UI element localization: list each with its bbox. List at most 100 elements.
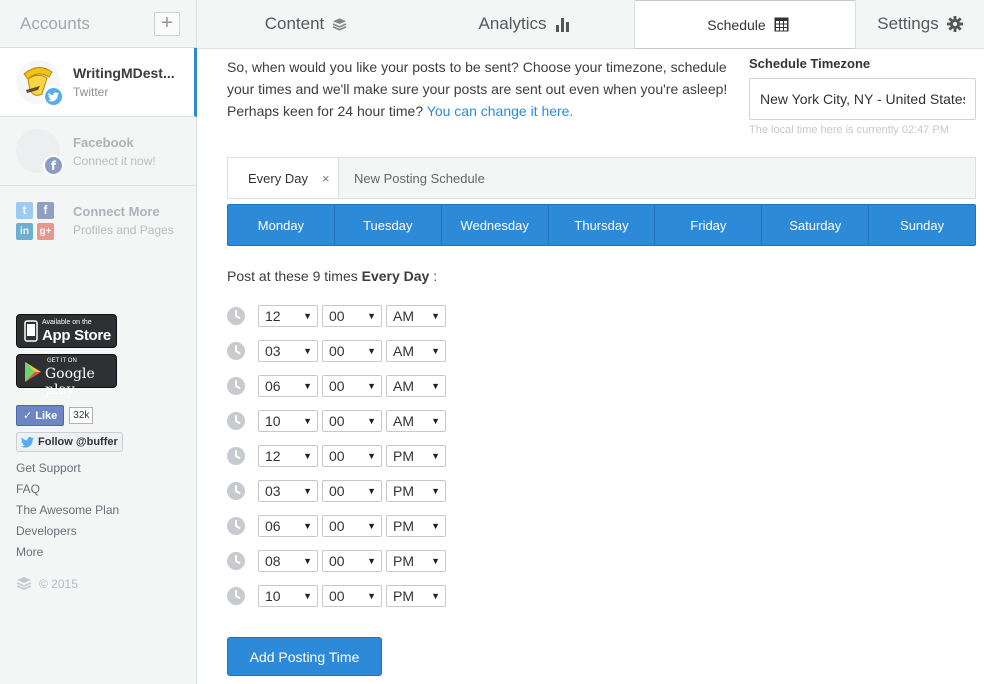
minute-value: 00	[329, 553, 345, 569]
ampm-select[interactable]: PM ▼	[386, 585, 446, 607]
clock-icon	[227, 517, 245, 535]
post-times-heading: Post at these 9 times Every Day :	[227, 268, 437, 284]
ampm-select[interactable]: AM ▼	[386, 410, 446, 432]
timezone-label: Schedule Timezone	[749, 56, 871, 71]
add-posting-time-button[interactable]: Add Posting Time	[227, 637, 382, 676]
minute-select[interactable]: 00 ▼	[322, 375, 382, 397]
day-saturday[interactable]: Saturday	[761, 205, 868, 245]
sidebar: Accounts + WritingMDest... Twitter f Fac…	[0, 0, 197, 684]
chevron-down-icon: ▼	[431, 416, 440, 426]
ampm-value: PM	[393, 553, 414, 569]
connect-more-sub: Profiles and Pages	[73, 223, 174, 237]
chevron-down-icon: ▼	[367, 591, 376, 601]
like-button[interactable]: ✓ Like	[16, 404, 65, 426]
timezone-input[interactable]	[749, 78, 976, 120]
bar-chart-icon	[555, 17, 569, 32]
ampm-value: AM	[393, 308, 414, 324]
minute-select[interactable]: 00 ▼	[322, 340, 382, 362]
chevron-down-icon: ▼	[303, 521, 312, 531]
minute-select[interactable]: 00 ▼	[322, 410, 382, 432]
hour-value: 03	[265, 343, 281, 359]
hour-select[interactable]: 10 ▼	[258, 410, 318, 432]
minute-select[interactable]: 00 ▼	[322, 585, 382, 607]
minute-select[interactable]: 00 ▼	[322, 480, 382, 502]
clock-icon	[227, 552, 245, 570]
tab-settings[interactable]: Settings	[856, 0, 984, 48]
link-developers[interactable]: Developers	[16, 523, 119, 544]
minute-select[interactable]: 00 ▼	[322, 305, 382, 327]
avatar-placeholder: f	[16, 129, 64, 176]
clock-icon	[227, 587, 245, 605]
hour-value: 12	[265, 308, 281, 324]
google-play-badge[interactable]: GET IT ON Google play	[16, 354, 117, 398]
clock-icon	[227, 482, 245, 500]
account-twitter[interactable]: WritingMDest... Twitter	[0, 48, 197, 117]
time-row: 10 ▼ 00 ▼ PM ▼	[227, 584, 450, 608]
ampm-select[interactable]: PM ▼	[386, 480, 446, 502]
minute-select[interactable]: 00 ▼	[322, 515, 382, 537]
chevron-down-icon: ▼	[303, 591, 312, 601]
follow-label: Follow @buffer	[38, 436, 118, 448]
hour-select[interactable]: 08 ▼	[258, 550, 318, 572]
chevron-down-icon: ▼	[431, 591, 440, 601]
day-friday[interactable]: Friday	[654, 205, 761, 245]
add-account-button[interactable]: +	[154, 11, 180, 36]
hour-select[interactable]: 03 ▼	[258, 480, 318, 502]
chevron-down-icon: ▼	[303, 416, 312, 426]
chevron-down-icon: ▼	[303, 486, 312, 496]
tab-analytics[interactable]: Analytics	[415, 0, 633, 48]
day-sunday[interactable]: Sunday	[868, 205, 975, 245]
chevron-down-icon: ▼	[431, 521, 440, 531]
tab-schedule[interactable]: Schedule	[634, 0, 856, 49]
chevron-down-icon: ▼	[431, 556, 440, 566]
ampm-select[interactable]: PM ▼	[386, 445, 446, 467]
hour-select[interactable]: 03 ▼	[258, 340, 318, 362]
ampm-value: PM	[393, 448, 414, 464]
hour-value: 08	[265, 553, 281, 569]
change-time-format-link[interactable]: You can change it here.	[427, 103, 574, 119]
schedule-tab-every-day[interactable]: Every Day ×	[228, 158, 339, 198]
day-tuesday[interactable]: Tuesday	[333, 205, 441, 245]
facebook-like[interactable]: ✓ Like 32k	[16, 404, 94, 426]
link-awesome-plan[interactable]: The Awesome Plan	[16, 502, 119, 523]
day-wednesday[interactable]: Wednesday	[440, 205, 548, 245]
connect-more-title: Connect More	[73, 204, 160, 219]
day-selector: Monday Tuesday Wednesday Thursday Friday…	[227, 204, 976, 246]
chevron-down-icon: ▼	[367, 556, 376, 566]
day-thursday[interactable]: Thursday	[547, 205, 655, 245]
tab-analytics-label: Analytics	[478, 14, 547, 33]
chevron-down-icon: ▼	[431, 381, 440, 391]
minute-select[interactable]: 00 ▼	[322, 445, 382, 467]
hour-select[interactable]: 10 ▼	[258, 585, 318, 607]
twitter-follow-button[interactable]: Follow @buffer	[16, 432, 123, 452]
account-name: Facebook	[73, 134, 134, 150]
chevron-down-icon: ▼	[303, 311, 312, 321]
hour-select[interactable]: 06 ▼	[258, 375, 318, 397]
ampm-select[interactable]: AM ▼	[386, 375, 446, 397]
intro-paragraph: So, when would you like your posts to be…	[227, 59, 728, 97]
chevron-down-icon: ▼	[367, 521, 376, 531]
account-name: WritingMDest...	[73, 65, 175, 81]
hour-select[interactable]: 12 ▼	[258, 305, 318, 327]
ampm-select[interactable]: PM ▼	[386, 550, 446, 572]
hour-select[interactable]: 06 ▼	[258, 515, 318, 537]
minute-select[interactable]: 00 ▼	[322, 550, 382, 572]
day-monday[interactable]: Monday	[228, 205, 334, 245]
tab-content[interactable]: Content	[197, 0, 415, 48]
phone-icon	[24, 320, 38, 342]
minute-value: 00	[329, 448, 345, 464]
ampm-select[interactable]: AM ▼	[386, 340, 446, 362]
twitter-icon	[43, 86, 64, 107]
hour-select[interactable]: 12 ▼	[258, 445, 318, 467]
twitter-icon: t	[16, 201, 33, 219]
account-facebook[interactable]: f Facebook Connect it now!	[0, 117, 196, 186]
app-store-badge[interactable]: Available on the App Store	[16, 314, 117, 348]
close-icon[interactable]: ×	[322, 171, 330, 186]
link-more[interactable]: More	[16, 544, 119, 565]
ampm-select[interactable]: AM ▼	[386, 305, 446, 327]
link-faq[interactable]: FAQ	[16, 481, 119, 502]
link-get-support[interactable]: Get Support	[16, 460, 119, 481]
ampm-select[interactable]: PM ▼	[386, 515, 446, 537]
connect-more[interactable]: t f in g+ Connect More Profiles and Page…	[0, 186, 196, 255]
new-schedule-tab[interactable]: New Posting Schedule	[354, 158, 485, 198]
